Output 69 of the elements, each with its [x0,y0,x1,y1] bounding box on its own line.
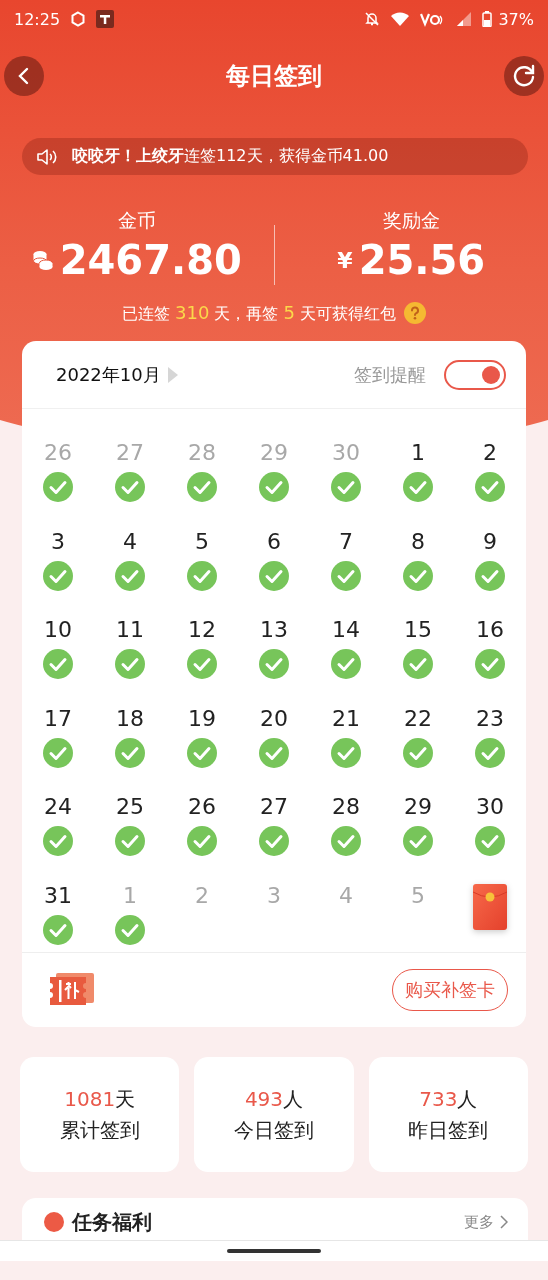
stat-label: 昨日签到 [408,1116,489,1144]
calendar-day[interactable]: 28 [332,791,360,823]
calendar-day[interactable]: 3 [51,525,65,558]
makeup-card-icon [48,973,96,1007]
calendar-day[interactable]: 23 [476,702,504,735]
task-icon [44,1212,64,1232]
envelope-icon[interactable] [473,883,507,930]
stat-label: 今日签到 [234,1116,314,1144]
calendar-day[interactable]: 6 [267,525,281,558]
calendar-day[interactable]: 22 [404,702,432,735]
calendar-day[interactable]: 31 [44,879,72,912]
refresh-button[interactable] [504,56,544,96]
calendar-day[interactable]: 16 [476,614,504,646]
refresh-icon [511,63,537,89]
coins-icon [31,249,54,271]
calendar-day[interactable]: 10 [44,614,72,646]
balance-label: 奖励金 [382,208,440,233]
month-label: 2022年10月 [56,362,161,387]
hexagon-icon [70,11,87,27]
more-link[interactable]: 更多 [464,1212,494,1232]
calendar-day[interactable]: 17 [44,702,72,735]
battery-icon [482,11,493,27]
balance-value: 25.56 [358,238,486,282]
calendar-day[interactable]: 24 [44,791,72,823]
stat-label: 累计签到 [59,1116,140,1144]
balance-value: 2467.80 [59,238,242,282]
notice-text: 咬咬牙！上绞牙连签112天，获得金币41.00 [72,146,389,167]
reminder-toggle[interactable] [444,359,506,390]
calendar-day[interactable]: 15 [404,614,432,646]
currency-symbol: ¥ [337,247,353,273]
calendar-day[interactable]: 25 [116,791,144,823]
stat-value: 493人 [244,1085,304,1113]
calendar-day[interactable]: 29 [404,791,432,823]
chevron-right-icon [500,1215,508,1229]
buy-makeup-card-button[interactable]: 购买补签卡 [392,969,508,1011]
calendar-day[interactable]: 30 [476,791,504,823]
page-title: 每日签到 [226,61,322,92]
battery-percent: 37% [498,9,534,29]
calendar-day[interactable]: 27 [260,791,288,823]
calendar-day[interactable]: 11 [116,614,144,646]
app-icon [96,10,115,28]
calendar-day[interactable]: 26 [188,791,216,823]
bell-off-icon [364,11,381,27]
clock: 12:25 [14,9,61,29]
wifi-icon [390,11,411,27]
back-button[interactable] [4,56,44,96]
stat-value: 733人 [419,1085,478,1113]
calendar-day[interactable]: 2 [483,437,497,469]
calendar-day[interactable]: 20 [260,702,288,735]
calendar-day[interactable]: 5 [195,525,209,558]
help-icon[interactable] [404,302,427,324]
calendar-day[interactable]: 12 [188,614,216,646]
stat-value: 1081天 [64,1085,136,1113]
signal-icon [456,11,473,27]
calendar-day[interactable]: 19 [188,702,216,735]
calendar-day[interactable]: 21 [332,702,360,735]
streak-text: 已连签 310 天，再签 5 天可获得红包 [121,301,397,325]
calendar-day[interactable]: 18 [116,702,144,735]
calendar-day[interactable]: 13 [260,614,288,646]
calendar-day[interactable]: 1 [411,437,425,469]
calendar-day[interactable]: 7 [339,525,353,558]
calendar-day[interactable]: 4 [123,525,137,558]
speaker-icon [36,147,58,166]
balance-label: 金币 [117,208,156,233]
calendar-day[interactable]: 9 [483,525,497,558]
calendar-day[interactable]: 14 [332,614,360,646]
reminder-label: 签到提醒 [354,362,426,387]
calendar-day[interactable]: 8 [411,525,425,558]
task-title: 任务福利 [72,1210,152,1234]
